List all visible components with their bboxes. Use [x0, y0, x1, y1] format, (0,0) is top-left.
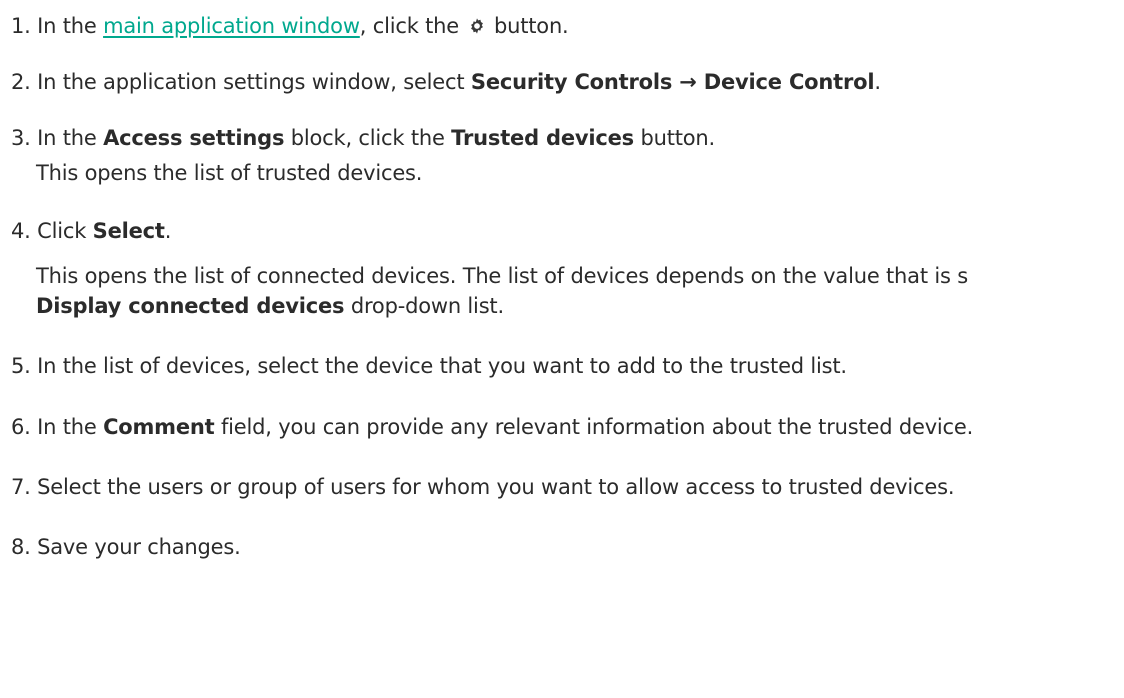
- step-number: 7.: [11, 475, 31, 499]
- step-6: 6. In the Comment field, you can provide…: [11, 413, 973, 441]
- step-number: 8.: [11, 535, 31, 559]
- comment-label: Comment: [103, 415, 215, 439]
- step-text: .: [874, 70, 881, 94]
- select-label: Select: [92, 219, 165, 243]
- instruction-steps: 1. In the main application window, click…: [0, 0, 1124, 698]
- step-8: 8. Save your changes.: [11, 533, 241, 561]
- step-number: 3.: [11, 126, 31, 150]
- display-connected-devices-label: Display connected devices: [36, 294, 345, 318]
- step-3: 3. In the Access settings block, click t…: [11, 124, 715, 152]
- step-text: , click the: [359, 14, 460, 38]
- step-text: In the list of devices, select the devic…: [37, 354, 847, 378]
- step-text: button.: [493, 14, 569, 38]
- step-text: In the application settings window, sele…: [37, 70, 465, 94]
- step-text: In the: [37, 14, 97, 38]
- step-text: block, click the: [290, 126, 445, 150]
- step-text: In the: [37, 126, 97, 150]
- trusted-devices-label: Trusted devices: [451, 126, 634, 150]
- step-text: In the: [37, 415, 97, 439]
- step-text: .: [164, 219, 172, 243]
- step-number: 1.: [11, 14, 31, 38]
- step-5: 5. In the list of devices, select the de…: [11, 352, 847, 380]
- main-application-window-link[interactable]: main application window: [103, 14, 360, 38]
- step-7: 7. Select the users or group of users fo…: [11, 473, 955, 501]
- step-number: 6.: [11, 415, 31, 439]
- step-4-note-line-1: This opens the list of connected devices…: [36, 264, 968, 288]
- step-4-note-line-2: Display connected devices drop-down list…: [36, 292, 504, 320]
- step-number: 5.: [11, 354, 31, 378]
- step-text: drop-down list.: [350, 294, 504, 318]
- step-text: field, you can provide any relevant info…: [220, 415, 974, 439]
- step-text: Select the users or group of users for w…: [37, 475, 955, 499]
- step-number: 2.: [11, 70, 31, 94]
- step-text: Click: [37, 219, 87, 243]
- step-text: button.: [640, 126, 716, 150]
- step-number: 4.: [11, 219, 31, 243]
- step-text: Save your changes.: [37, 535, 241, 559]
- step-1: 1. In the main application window, click…: [11, 12, 569, 40]
- gear-icon: [470, 18, 483, 34]
- access-settings-label: Access settings: [103, 126, 285, 150]
- step-2: 2. In the application settings window, s…: [11, 68, 881, 96]
- step-3-note: This opens the list of trusted devices.: [36, 161, 423, 185]
- step-4: 4. Click Select.: [11, 217, 171, 245]
- ui-path: Security Controls → Device Control: [470, 70, 875, 94]
